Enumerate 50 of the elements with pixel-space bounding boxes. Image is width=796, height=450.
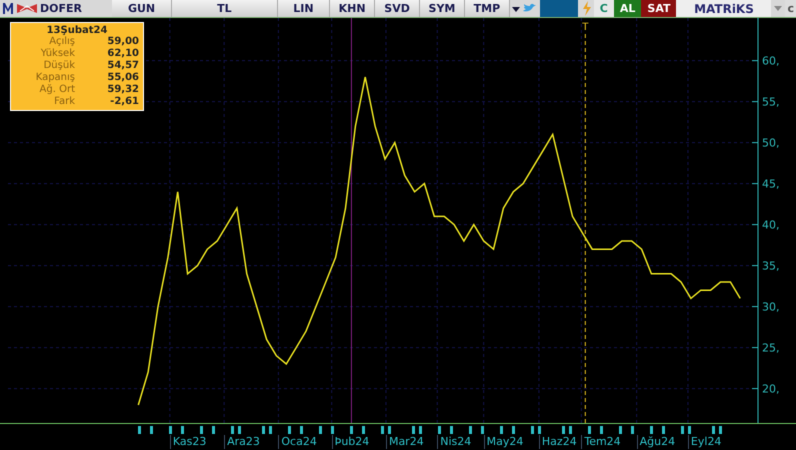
- field-value: 59,00: [107, 36, 139, 48]
- toolbar-button[interactable]: SVD: [375, 0, 420, 17]
- month-label: Ağu24: [636, 435, 676, 449]
- axis-label: 40,: [762, 218, 780, 232]
- toolbar-button[interactable]: KHN: [330, 0, 376, 17]
- month-label: Mar24: [386, 435, 424, 449]
- marker-label: T: [582, 22, 588, 33]
- axis-label: 45,: [762, 178, 780, 191]
- field-label: Düşük: [42, 60, 75, 72]
- month-label: Þub24: [332, 435, 370, 449]
- input-field[interactable]: [540, 0, 578, 17]
- axis-label: 20,: [762, 382, 780, 396]
- month-label: Haz24: [538, 435, 577, 449]
- sell-button[interactable]: SAT: [641, 0, 676, 17]
- date-label: 13Şubat24: [46, 25, 108, 36]
- field-value: 54,57: [107, 60, 139, 72]
- field-value: 59,32: [107, 84, 139, 96]
- m-logo-icon: [2, 2, 14, 15]
- toolbar-button[interactable]: GUN: [112, 0, 172, 17]
- field-label: Ağ. Ort: [38, 84, 75, 96]
- field-label: Açılış: [48, 36, 75, 48]
- toolbar-button[interactable]: SYM: [420, 0, 465, 17]
- axis-label: 50,: [762, 136, 780, 150]
- brand-logo: MATRiKS: [676, 0, 772, 17]
- month-label: Oca24: [278, 435, 317, 449]
- field-value: 55,06: [107, 72, 139, 84]
- axis-label: 55,: [762, 96, 780, 109]
- toolbar-button[interactable]: TMP: [464, 0, 510, 17]
- month-label: Ara23: [224, 435, 260, 449]
- toolbar-button[interactable]: TL: [172, 0, 278, 17]
- flag-icon: [16, 2, 38, 15]
- toolbar-button[interactable]: LIN: [278, 0, 330, 17]
- refresh-button[interactable]: C: [594, 0, 614, 17]
- field-value: 62,10: [107, 48, 139, 60]
- field-label: Kapanış: [34, 72, 75, 84]
- axis-label: 60,: [762, 54, 780, 68]
- toolbar-button[interactable]: c: [785, 0, 796, 17]
- axis-label: 35,: [762, 260, 780, 273]
- symbol-label: DOFER: [40, 2, 82, 15]
- month-label: Eyl24: [688, 435, 722, 449]
- axis-label: 25,: [762, 342, 780, 355]
- field-value: -2,61: [110, 96, 139, 108]
- field-label: Fark: [53, 96, 75, 108]
- month-label: May24: [484, 435, 524, 449]
- month-label: Tem24: [581, 435, 621, 449]
- month-label: Kas23: [170, 435, 206, 449]
- buy-button[interactable]: AL: [614, 0, 642, 17]
- month-label: Nis24: [437, 435, 472, 449]
- axis-label: 30,: [762, 300, 780, 314]
- field-label: Yüksek: [40, 48, 75, 60]
